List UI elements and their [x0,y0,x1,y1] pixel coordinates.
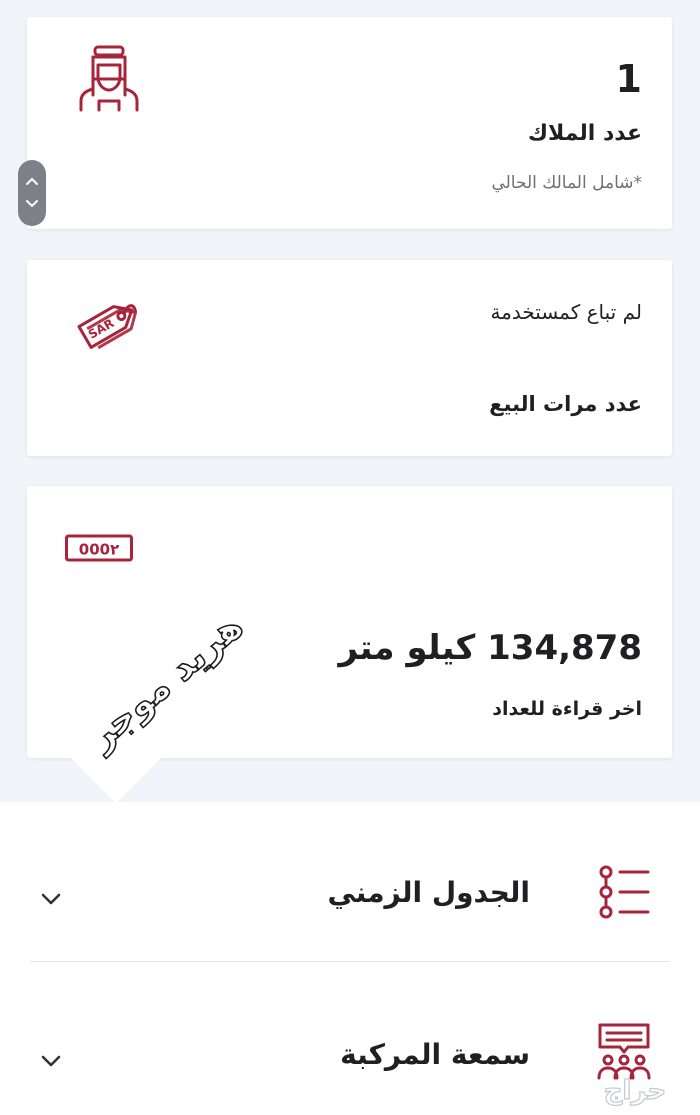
haraj-logo-text: حراج [604,1076,667,1106]
scroll-handle[interactable] [18,160,46,226]
watermark-text: هريد موجر [80,606,251,759]
owners-label: عدد الملاك [527,121,642,146]
person-ghutra-icon [79,45,139,112]
accordion-title: سمعة المركبة [340,1038,530,1071]
haraj-logo: حراج [603,1075,667,1106]
accordion-item-timeline[interactable]: الجدول الزمني [0,802,700,961]
sar-price-tag-icon: SAR [77,304,138,350]
accordion-section: الجدول الزمني سمعة المركبة [0,802,700,1115]
odometer-counter-icon: 000٢ [65,534,133,562]
timeline-list-icon [599,865,650,919]
chevron-down-icon[interactable] [40,1054,62,1068]
odometer-label: اخر قراءة للعداد [492,698,642,720]
sales-count-label: عدد مرات البيع [489,392,642,416]
owners-count: 1 [615,57,642,101]
sales-card: لم تباع كمستخدمة عدد مرات البيع SAR [27,260,672,456]
odometer-value: 134,878 كيلو متر [338,628,642,668]
sales-status: لم تباع كمستخدمة [490,300,642,324]
chevron-down-icon[interactable] [40,892,62,906]
owners-note: *شامل المالك الحالي [491,173,642,193]
owners-card: 1 عدد الملاك *شامل المالك الحالي [27,17,672,229]
watermark-signature: هريد موجر [79,605,252,760]
odometer-digits: 000٢ [79,541,119,559]
accordion-title: الجدول الزمني [327,876,530,909]
